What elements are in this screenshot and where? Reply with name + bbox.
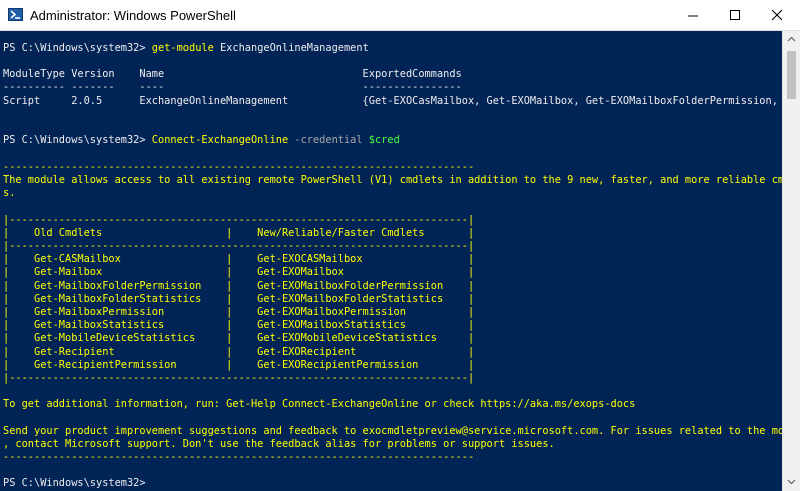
powershell-window: Administrator: Windows PowerShell PS C:\…: [0, 0, 800, 491]
banner-rule-end: ----------------------------------------…: [3, 451, 475, 463]
command-variable: $cred: [362, 134, 400, 146]
cmdlet-row: | Get-MailboxFolderStatistics | Get-EXOM…: [3, 293, 475, 305]
table-divider: ---------- ------- ---- ----------------: [3, 81, 462, 93]
maximize-button[interactable]: [714, 0, 756, 31]
command: Connect-ExchangeOnline: [151, 134, 289, 146]
scroll-down-button[interactable]: [783, 474, 800, 491]
console-output[interactable]: PS C:\Windows\system32> get-module Excha…: [0, 35, 782, 491]
cmdlet-row: | Get-MailboxFolderPermission | Get-EXOM…: [3, 280, 475, 292]
command-args: ExchangeOnlineManagement: [213, 42, 369, 54]
close-button[interactable]: [756, 0, 798, 31]
arrow-up-icon: [787, 36, 796, 42]
cmdlet-row: | Get-Mailbox | Get-EXOMailbox |: [3, 266, 475, 278]
window-title: Administrator: Windows PowerShell: [30, 8, 236, 23]
command-parameter: -credential: [288, 134, 363, 146]
cmdlet-row: | Get-Recipient | Get-EXORecipient |: [3, 346, 475, 358]
cmdlet-box-header: | Old Cmdlets | New/Reliable/Faster Cmdl…: [3, 227, 475, 239]
feedback-message: Send your product improvement suggestion…: [3, 425, 782, 437]
table-header: ModuleType Version Name ExportedCommands: [3, 68, 462, 80]
arrow-down-icon: [787, 479, 796, 485]
scrollbar-thumb[interactable]: [787, 51, 796, 99]
maximize-icon: [730, 10, 740, 20]
info-message: To get additional information, run: Get-…: [3, 398, 636, 410]
prompt: PS C:\Windows\system32>: [3, 42, 152, 54]
cmdlet-row: | Get-CASMailbox | Get-EXOCASMailbox |: [3, 253, 475, 265]
close-icon: [771, 9, 783, 21]
scroll-up-button[interactable]: [783, 31, 800, 48]
prompt: PS C:\Windows\system32>: [3, 134, 152, 146]
banner-message-wrap: s.: [3, 187, 16, 199]
cmdlet-row: | Get-MobileDeviceStatistics | Get-EXOMo…: [3, 332, 475, 344]
cmdlet-box-divider: |---------------------------------------…: [3, 240, 475, 252]
title-bar[interactable]: Administrator: Windows PowerShell: [0, 0, 800, 31]
cmdlet-row: | Get-RecipientPermission | Get-EXORecip…: [3, 359, 475, 371]
final-prompt: PS C:\Windows\system32>: [3, 477, 152, 489]
table-row: Script 2.0.5 ExchangeOnlineManagement {G…: [3, 95, 782, 107]
vertical-scrollbar[interactable]: [782, 31, 800, 491]
cmdlet-box-top: |---------------------------------------…: [3, 214, 475, 226]
cmdlet-row: | Get-MailboxStatistics | Get-EXOMailbox…: [3, 319, 475, 331]
powershell-icon: [8, 8, 23, 21]
feedback-message-wrap: , contact Microsoft support. Don't use t…: [3, 438, 555, 450]
command: get-module: [151, 42, 214, 54]
cmdlet-row: | Get-MailboxPermission | Get-EXOMailbox…: [3, 306, 475, 318]
banner-message: The module allows access to all existing…: [3, 174, 782, 186]
command-line: PS C:\Windows\system32> get-module Excha…: [3, 42, 369, 55]
banner-rule: ----------------------------------------…: [3, 161, 475, 173]
cmdlet-box-bottom: |---------------------------------------…: [3, 372, 475, 384]
minimize-button[interactable]: [672, 0, 714, 31]
command-line: PS C:\Windows\system32> Connect-Exchange…: [3, 134, 400, 147]
minimize-icon: [688, 15, 698, 17]
